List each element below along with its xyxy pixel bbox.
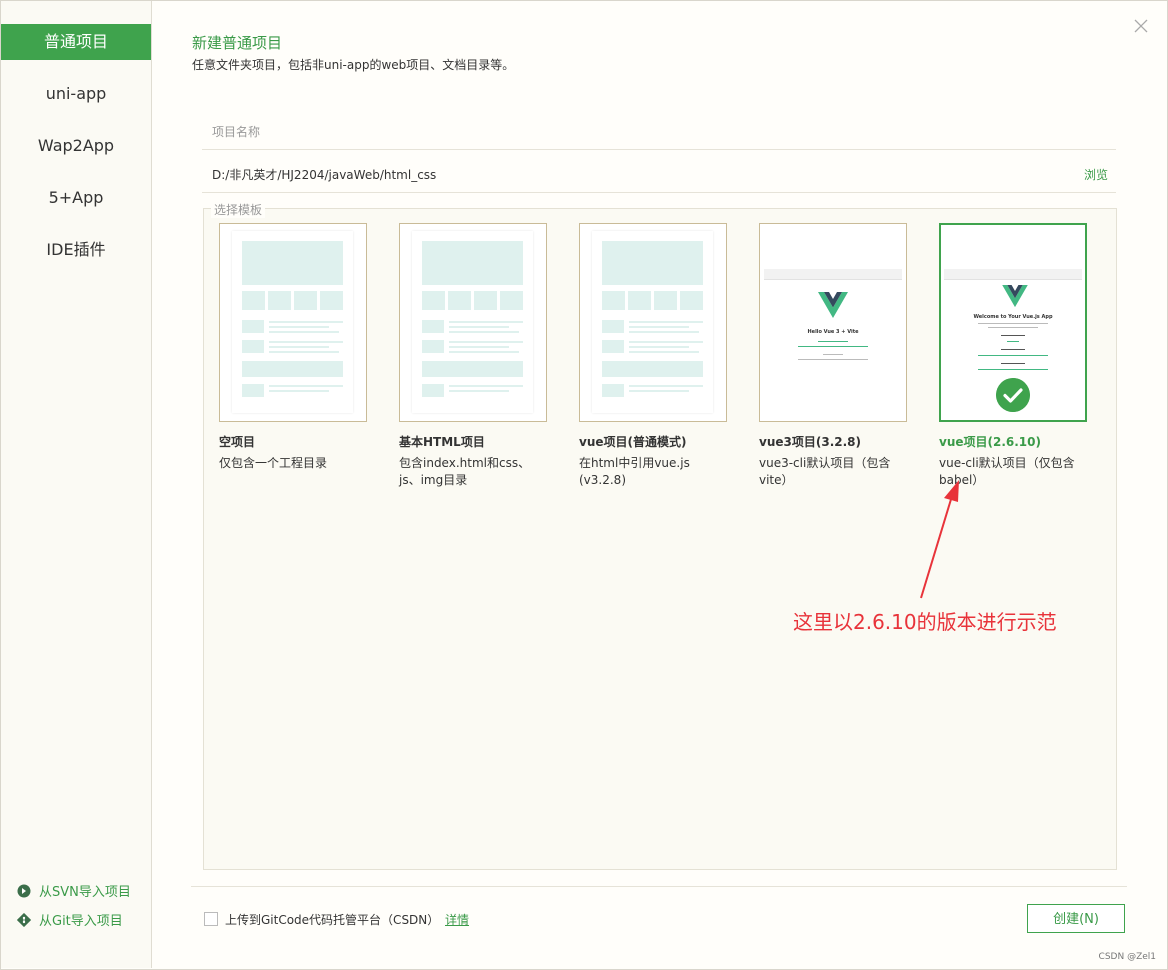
preview-caption: Welcome to Your Vue.js App [973,314,1053,320]
template-thumbnail: Hello Vue 3 + Vite [759,223,907,422]
template-description: 仅包含一个工程目录 [219,456,328,470]
template-title: 空项目 [219,435,256,449]
sidebar-item-5plus-app[interactable]: 5+App [1,172,151,224]
template-description: 包含index.html和css、js、img目录 [399,456,531,487]
svn-import-label: 从SVN导入项目 [39,885,131,900]
template-card-empty[interactable]: 空项目 仅包含一个工程目录 [219,223,367,472]
git-import-link[interactable]: 从Git导入项目 [17,910,123,929]
sidebar-item-wap2app[interactable]: Wap2App [1,120,151,172]
template-description: 在html中引用vue.js (v3.2.8) [579,456,690,487]
sidebar-item-ide-plugin[interactable]: IDE插件 [1,224,151,276]
close-icon[interactable] [1132,17,1150,35]
template-thumbnail [579,223,727,422]
sidebar-item-uni-app[interactable]: uni-app [1,68,151,120]
watermark: CSDN @Zel1 [1098,952,1156,962]
template-card-vue2[interactable]: Welcome to Your Vue.js App vue项目(2.6.10)… [939,223,1087,489]
project-path-input[interactable] [210,166,1054,182]
git-icon [17,912,31,927]
template-title: vue项目(2.6.10) [939,435,1041,449]
vue-logo-icon [1002,285,1028,308]
template-title: vue3项目(3.2.8) [759,435,861,449]
annotation-arrow [920,480,959,599]
template-description: vue3-cli默认项目（包含vite） [759,456,891,487]
svn-icon [17,884,31,897]
template-legend: 选择模板 [211,201,266,218]
create-button[interactable]: 创建(N) [1027,904,1125,933]
template-thumbnail: Welcome to Your Vue.js App [939,223,1087,422]
sidebar-item-normal-project[interactable]: 普通项目 [1,24,151,60]
git-import-label: 从Git导入项目 [39,914,123,929]
sidebar: 普通项目 uni-app Wap2App 5+App IDE插件 从SVN导入项… [1,1,152,968]
template-card-basic-html[interactable]: 基本HTML项目 包含index.html和css、js、img目录 [399,223,547,489]
page-description: 任意文件夹项目，包括非uni-app的web项目、文档目录等。 [192,58,515,72]
vue-logo-icon [818,292,848,318]
selected-check-icon [996,378,1030,412]
page-title: 新建普通项目 [192,34,283,52]
template-card-vue-normal[interactable]: vue项目(普通模式) 在html中引用vue.js (v3.2.8) [579,223,727,489]
footer-divider [191,886,1127,887]
svn-import-link[interactable]: 从SVN导入项目 [17,881,131,900]
project-name-row [202,118,1116,150]
template-thumbnail [399,223,547,422]
vue2-preview: Welcome to Your Vue.js App [944,269,1082,377]
preview-caption: Hello Vue 3 + Vite [807,329,859,335]
browse-link[interactable]: 浏览 [1084,166,1108,183]
template-card-vue3[interactable]: Hello Vue 3 + Vite vue3项目(3.2.8) vue3-cl… [759,223,907,489]
upload-checkbox[interactable] [204,912,218,926]
project-name-input[interactable] [210,124,1094,140]
template-title: vue项目(普通模式) [579,435,687,449]
upload-label: 上传到GitCode代码托管平台（CSDN） [225,913,440,927]
template-thumbnail [219,223,367,422]
project-path-row: 浏览 [202,160,1116,193]
vue3-preview: Hello Vue 3 + Vite [764,269,902,371]
detail-link[interactable]: 详情 [445,911,469,928]
annotation-text: 这里以2.6.10的版本进行示范 [793,610,1057,634]
template-title: 基本HTML项目 [399,435,485,449]
